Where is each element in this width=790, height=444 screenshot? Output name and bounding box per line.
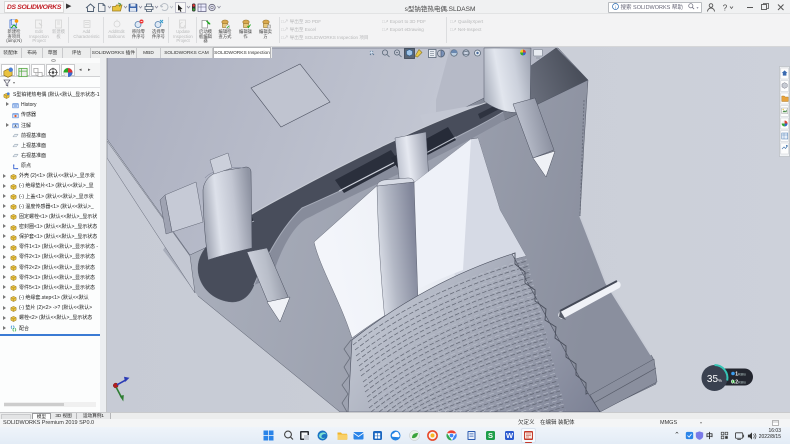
svg-text:?: ? bbox=[723, 4, 728, 13]
svg-text:W: W bbox=[506, 431, 514, 440]
svg-text:S: S bbox=[488, 431, 493, 440]
svg-text:i: i bbox=[615, 4, 617, 9]
